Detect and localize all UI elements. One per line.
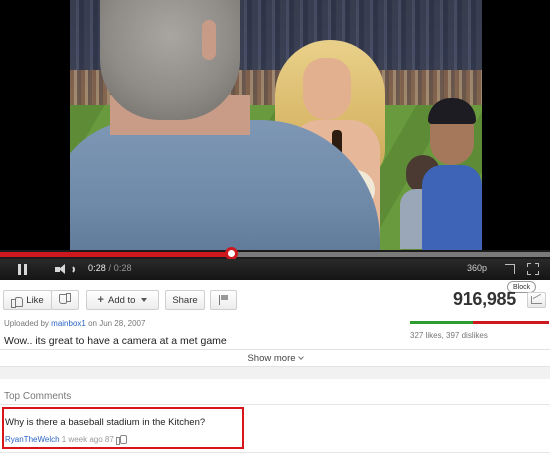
like-ratio-bar	[410, 321, 549, 324]
spectator-man-right	[422, 90, 482, 250]
stats-button[interactable]	[527, 292, 546, 308]
flag-button[interactable]	[210, 290, 237, 310]
section-divider	[0, 367, 550, 379]
time-separator: /	[105, 263, 114, 273]
progress-remaining	[231, 252, 550, 257]
comment-meta: RyanTheWelch 1 week ago 87	[5, 433, 127, 445]
add-to-button[interactable]: + Add to	[86, 290, 159, 310]
progress-bar[interactable]	[0, 250, 550, 259]
fullscreen-icon[interactable]	[527, 263, 539, 275]
flag-icon	[218, 295, 229, 305]
thumb-up-icon	[11, 295, 24, 308]
upload-date: on Jun 28, 2007	[85, 319, 146, 328]
share-button[interactable]: Share	[165, 290, 205, 310]
chevron-down-icon	[141, 298, 148, 302]
pause-icon[interactable]	[18, 264, 28, 275]
progress-played	[0, 252, 231, 257]
comment-age: 1 week ago	[59, 435, 105, 444]
video-player[interactable]	[0, 0, 550, 250]
like-dislike-counts: 327 likes, 397 dislikes	[410, 331, 488, 340]
comments-heading: Top Comments	[4, 391, 72, 402]
chevron-down-icon	[297, 354, 304, 360]
divider	[0, 452, 550, 453]
upload-info: Uploaded by mainbox1 on Jun 28, 2007	[4, 319, 145, 328]
time-display: 0:28 / 0:28	[88, 263, 132, 273]
add-to-label: Add to	[107, 294, 136, 306]
comment-text: Why is there a baseball stadium in the K…	[5, 417, 206, 428]
like-button[interactable]: Like	[3, 290, 52, 310]
divider	[0, 404, 550, 405]
show-more-button[interactable]: Show more	[0, 349, 550, 367]
dislike-button[interactable]	[51, 290, 79, 310]
popout-icon[interactable]	[505, 264, 515, 274]
volume-icon[interactable]	[55, 264, 77, 275]
share-label: Share	[172, 294, 198, 306]
spectator-man-foreground	[70, 0, 380, 250]
current-time: 0:28	[88, 263, 106, 273]
total-time: 0:28	[113, 263, 132, 273]
comment-author-link[interactable]: RyanTheWelch	[5, 435, 60, 444]
upload-prefix: Uploaded by	[4, 319, 52, 328]
thumb-down-icon	[60, 295, 71, 306]
stats-chart-icon	[531, 296, 542, 304]
like-label: Like	[26, 294, 44, 306]
thumb-up-icon[interactable]	[115, 434, 127, 445]
show-more-label: Show more	[247, 353, 296, 364]
plus-icon: +	[97, 294, 104, 306]
quality-button[interactable]: 360p	[467, 263, 487, 273]
view-count: 916,985	[453, 289, 516, 309]
uploader-link[interactable]: mainbox1	[51, 319, 86, 328]
comment-score: 87	[104, 435, 114, 444]
like-ratio-fill	[410, 321, 473, 324]
player-controls: 0:28 / 0:28 360p	[0, 259, 550, 280]
video-frame-image[interactable]	[70, 0, 482, 250]
video-description: Wow.. its great to have a camera at a me…	[4, 335, 227, 347]
